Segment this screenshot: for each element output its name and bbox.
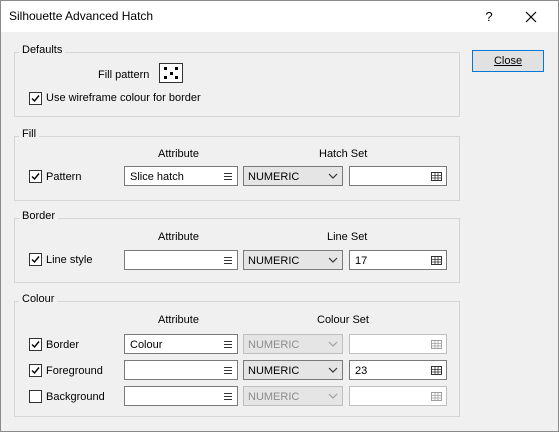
- dialog-window: Silhouette Advanced Hatch ? Close Defaul…: [0, 0, 559, 432]
- colour-background-type-select[interactable]: NUMERIC: [243, 386, 343, 406]
- window-title: Silhouette Advanced Hatch: [9, 9, 154, 23]
- colour-foreground-set-value: 23: [355, 365, 368, 377]
- line-style-checkbox[interactable]: [29, 253, 42, 266]
- fill-pattern-label: Fill pattern: [98, 69, 150, 81]
- chevron-down-icon: [328, 173, 338, 179]
- fill-attribute-header: Attribute: [158, 148, 199, 160]
- fill-hatch-set-header: Hatch Set: [319, 148, 368, 160]
- wireframe-checkbox[interactable]: [29, 92, 42, 105]
- colour-background-set-field[interactable]: [349, 386, 447, 406]
- chevron-down-icon: [328, 367, 338, 373]
- colour-foreground-set-field[interactable]: 23: [349, 360, 447, 380]
- defaults-group: [14, 52, 460, 117]
- pattern-type-select[interactable]: NUMERIC: [243, 166, 343, 186]
- checkmark-icon: [31, 367, 40, 375]
- checkmark-icon: [31, 173, 40, 181]
- colour-foreground-type-value: NUMERIC: [248, 365, 300, 377]
- checkmark-icon: [31, 341, 40, 349]
- title-bar: Silhouette Advanced Hatch ?: [1, 1, 558, 32]
- colour-background-attribute-field[interactable]: [124, 386, 238, 406]
- close-button[interactable]: Close: [472, 50, 544, 72]
- list-menu-icon: [224, 341, 232, 348]
- colour-background-checkbox[interactable]: [29, 390, 42, 403]
- chevron-down-icon: [328, 341, 338, 347]
- colour-group-label: Colour: [19, 293, 58, 305]
- defaults-group-label: Defaults: [19, 44, 66, 56]
- help-button[interactable]: ?: [479, 7, 499, 27]
- hatch-set-field[interactable]: [349, 166, 447, 186]
- line-set-value: 17: [355, 255, 368, 267]
- table-browse-icon: [431, 172, 442, 181]
- table-browse-icon: [431, 256, 442, 265]
- wireframe-label: Use wireframe colour for border: [46, 92, 201, 104]
- pattern-attribute-value: Slice hatch: [130, 171, 184, 183]
- colour-background-type-value: NUMERIC: [248, 391, 300, 403]
- line-style-type-select[interactable]: NUMERIC: [243, 250, 343, 270]
- pattern-attribute-field[interactable]: Slice hatch: [124, 166, 238, 186]
- table-browse-icon: [431, 392, 442, 401]
- border-attribute-header: Attribute: [158, 231, 199, 243]
- line-set-field[interactable]: 17: [349, 250, 447, 270]
- colour-foreground-type-select[interactable]: NUMERIC: [243, 360, 343, 380]
- colour-border-attribute-field[interactable]: Colour: [124, 334, 238, 354]
- chevron-down-icon: [328, 393, 338, 399]
- colour-foreground-label: Foreground: [46, 365, 103, 377]
- colour-attribute-header: Attribute: [158, 314, 199, 326]
- pattern-label: Pattern: [46, 171, 82, 183]
- colour-border-type-select[interactable]: NUMERIC: [243, 334, 343, 354]
- list-menu-icon: [224, 393, 232, 400]
- line-style-attribute-field[interactable]: [124, 250, 238, 270]
- border-group-label: Border: [19, 210, 59, 222]
- line-set-header: Line Set: [327, 231, 368, 243]
- pattern-checkbox[interactable]: [29, 170, 42, 183]
- list-menu-icon: [224, 367, 232, 374]
- colour-border-label: Border: [46, 339, 80, 351]
- fill-group-label: Fill: [19, 128, 40, 140]
- dot-pattern-icon: [164, 67, 178, 79]
- table-browse-icon: [431, 340, 442, 349]
- colour-foreground-attribute-field[interactable]: [124, 360, 238, 380]
- colour-border-type-value: NUMERIC: [248, 339, 300, 351]
- line-style-label: Line style: [46, 254, 93, 266]
- colour-border-checkbox[interactable]: [29, 338, 42, 351]
- list-menu-icon: [224, 173, 232, 180]
- colour-foreground-checkbox[interactable]: [29, 364, 42, 377]
- line-style-type-value: NUMERIC: [248, 255, 300, 267]
- chevron-down-icon: [328, 257, 338, 263]
- close-icon[interactable]: [521, 7, 541, 27]
- colour-background-label: Background: [46, 391, 105, 403]
- colour-set-header: Colour Set: [317, 314, 369, 326]
- fill-pattern-swatch[interactable]: [159, 63, 183, 83]
- checkmark-icon: [31, 95, 40, 103]
- checkmark-icon: [31, 256, 40, 264]
- colour-border-set-field[interactable]: [349, 334, 447, 354]
- colour-border-attribute-value: Colour: [130, 339, 163, 351]
- pattern-type-value: NUMERIC: [248, 171, 300, 183]
- list-menu-icon: [224, 257, 232, 264]
- table-browse-icon: [431, 366, 442, 375]
